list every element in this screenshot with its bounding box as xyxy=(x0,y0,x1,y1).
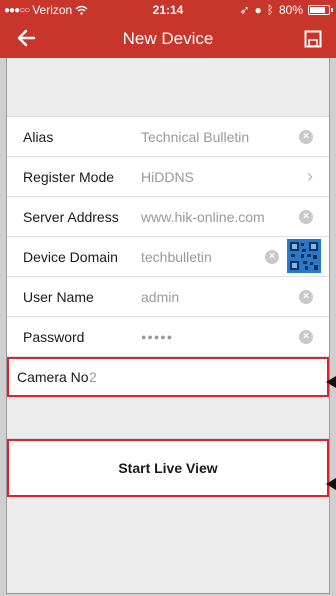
device-domain-label: Device Domain xyxy=(23,249,118,265)
user-name-label: User Name xyxy=(23,289,94,305)
password-label: Password xyxy=(23,329,85,345)
server-address-row[interactable]: Server Address www.hik-online.com × xyxy=(7,197,329,237)
save-icon[interactable] xyxy=(304,30,322,48)
server-address-field[interactable]: www.hik-online.com xyxy=(141,209,265,225)
server-address-label: Server Address xyxy=(23,209,119,225)
camera-number-field[interactable]: 2 xyxy=(89,369,97,385)
camera-number-row[interactable]: Camera No. 2 xyxy=(7,357,329,397)
device-domain-field[interactable]: techbulletin xyxy=(141,249,212,265)
page-title: New Device xyxy=(122,29,214,48)
pointer-arrow-icon xyxy=(326,376,336,388)
chevron-right-icon[interactable]: › xyxy=(307,166,313,187)
qr-code-icon[interactable] xyxy=(287,239,321,273)
alarm-icon: ● xyxy=(254,3,262,17)
register-mode-label: Register Mode xyxy=(23,169,115,185)
alias-field[interactable]: Technical Bulletin xyxy=(141,129,249,145)
clear-icon[interactable]: × xyxy=(299,290,313,304)
alias-row[interactable]: Alias Technical Bulletin × xyxy=(7,117,329,157)
alias-label: Alias xyxy=(23,129,54,145)
register-mode-row[interactable]: Register Mode HiDDNS › xyxy=(7,157,329,197)
battery-percentage: 80% xyxy=(278,3,303,17)
device-form: Alias Technical Bulletin × Register Mode… xyxy=(7,116,329,397)
device-domain-row[interactable]: Device Domain techbulletin × xyxy=(7,237,329,277)
location-icon: ➶ xyxy=(239,3,250,17)
clear-icon[interactable]: × xyxy=(265,250,279,264)
user-name-field[interactable]: admin xyxy=(141,289,179,305)
pointer-arrow-icon xyxy=(326,478,336,490)
camera-number-label: Camera No. xyxy=(17,369,93,385)
nav-bar: New Device xyxy=(0,20,336,58)
password-row[interactable]: Password ●●●●● × xyxy=(7,317,329,357)
status-bar: ●●●○○ Verizon 21:14 ➶ ● ᛒ 80% xyxy=(0,0,336,20)
clear-icon[interactable]: × xyxy=(299,130,313,144)
password-field[interactable]: ●●●●● xyxy=(141,332,173,342)
register-mode-value: HiDDNS xyxy=(141,169,194,185)
user-name-row[interactable]: User Name admin × xyxy=(7,277,329,317)
clear-icon[interactable]: × xyxy=(299,210,313,224)
bluetooth-icon: ᛒ xyxy=(266,3,274,17)
clear-icon[interactable]: × xyxy=(299,330,313,344)
battery-icon xyxy=(308,5,333,15)
device-form-panel: Alias Technical Bulletin × Register Mode… xyxy=(6,58,330,594)
start-live-view-button[interactable]: Start Live View xyxy=(7,439,329,497)
